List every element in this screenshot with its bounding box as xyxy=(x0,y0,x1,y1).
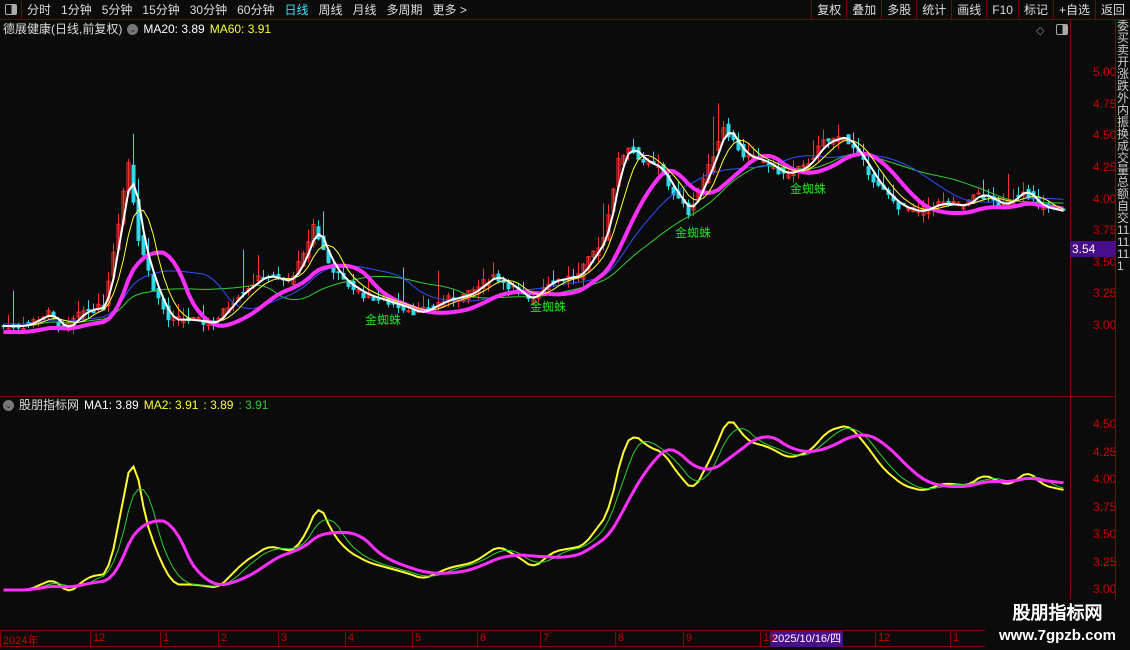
right-buttons: 复权 叠加 多股 统计 画线 F10 标记 +自选 返回 xyxy=(811,0,1130,20)
ma2-value: MA2: 3.91 xyxy=(143,398,199,412)
date-tick: 4 xyxy=(345,632,354,647)
sub-y-tick: 4.00 xyxy=(1093,472,1117,486)
watermark-url: www.7gpzb.com xyxy=(999,627,1116,644)
candle-body xyxy=(951,201,956,204)
toolbar-button-0[interactable]: 复权 xyxy=(811,0,846,20)
tab-period-8[interactable]: 月线 xyxy=(348,1,382,18)
tab-period-1[interactable]: 1分钟 xyxy=(56,1,97,18)
tab-period-4[interactable]: 30分钟 xyxy=(185,1,232,18)
main-y-tick: 4.75 xyxy=(1093,96,1117,111)
date-tick: 1 xyxy=(160,632,169,647)
tab-period-0[interactable]: 分时 xyxy=(22,1,56,18)
sub-y-tick: 4.50 xyxy=(1093,417,1117,431)
toolbar-button-7[interactable]: +自选 xyxy=(1052,0,1095,20)
panel-icon[interactable] xyxy=(1056,24,1068,35)
date-tick: 6 xyxy=(477,632,486,647)
tab-period-7[interactable]: 周线 xyxy=(313,1,347,18)
main-y-tick: 4.25 xyxy=(1093,159,1117,174)
date-tick: 2 xyxy=(218,632,227,647)
toolbar-button-2[interactable]: 多股 xyxy=(881,0,916,20)
date-tick: 7 xyxy=(540,632,549,647)
date-tick: 8 xyxy=(615,632,624,647)
sub-y-tick: 3.25 xyxy=(1093,554,1117,569)
period-tabs: 分时 1分钟 5分钟 15分钟 30分钟 60分钟 日线 周线 月线 多周期 更多 > xyxy=(22,1,472,18)
toolbar-button-5[interactable]: F10 xyxy=(986,0,1018,20)
candle-body xyxy=(506,282,511,290)
sub-magenta-line xyxy=(3,433,1064,592)
watermark-title: 股朋指标网 xyxy=(1012,603,1103,623)
date-tick: 2024年 xyxy=(0,632,38,647)
sub-y-tick: 4.25 xyxy=(1093,444,1117,459)
indicator-title: 股朋指标网 xyxy=(19,398,80,412)
date-tick: 12 xyxy=(875,632,890,647)
sub-y-tick: 3.75 xyxy=(1093,499,1117,514)
toolbar-button-1[interactable]: 叠加 xyxy=(846,0,881,20)
signal-label-jinzhizhu: 金蜘蛛 xyxy=(675,226,712,241)
chevron-down-icon[interactable]: ⌄ xyxy=(3,399,14,411)
main-y-tick: 3.75 xyxy=(1093,223,1117,238)
candle-body xyxy=(866,166,871,176)
tab-period-6[interactable]: 日线 xyxy=(279,1,313,18)
tab-period-9[interactable]: 多周期 xyxy=(382,1,428,18)
ma60-value: MA60: 3.91 xyxy=(209,22,272,36)
candle-body xyxy=(21,327,26,330)
signal-label-jinzhizhu: 金蜘蛛 xyxy=(530,300,567,315)
date-tick: 5 xyxy=(412,632,421,647)
candle-body xyxy=(826,138,831,142)
tab-period-10[interactable]: 更多 > xyxy=(428,1,472,18)
main-y-tick: 4.50 xyxy=(1093,128,1117,143)
sub-y-tick: 3.00 xyxy=(1093,582,1117,596)
date-tick: 10 xyxy=(760,632,775,647)
signal-label-jinzhizhu: 金蜘蛛 xyxy=(365,313,402,328)
signal-label-jinzhizhu: 金蜘蛛 xyxy=(790,181,827,196)
toolbar-button-6[interactable]: 标记 xyxy=(1017,0,1053,20)
main-chart-header: 德展健康(日线,前复权) ⌄ MA20: 3.89 MA60: 3.91 xyxy=(3,21,271,37)
ma1-line xyxy=(3,421,1064,592)
toolbar-button-4[interactable]: 画线 xyxy=(951,0,986,20)
price-badge: 3.54 xyxy=(1070,241,1115,257)
toolbar-button-3[interactable]: 统计 xyxy=(916,0,951,20)
sub-chart-header: ⌄ 股朋指标网 MA1: 3.89 MA2: 3.91 : 3.89 : 3.9… xyxy=(3,397,268,413)
layout-toggle-button[interactable] xyxy=(0,0,22,20)
candle-body xyxy=(86,308,91,312)
chevron-down-icon[interactable]: ⌄ xyxy=(127,23,139,35)
tab-period-2[interactable]: 5分钟 xyxy=(97,1,138,18)
candle-body xyxy=(406,310,411,313)
candle-body xyxy=(426,307,431,310)
v4-value: : 3.91 xyxy=(238,398,269,412)
toolbar: 分时 1分钟 5分钟 15分钟 30分钟 60分钟 日线 周线 月线 多周期 更多 > 复权 叠加 多股… xyxy=(0,0,1130,20)
date-axis: 2025/10/16/四 2024年 12 1 2 3 4 5 6 7 8 9 10 12 1 xyxy=(0,630,1070,647)
main-y-tick: 3.00 xyxy=(1093,318,1117,332)
date-tick: 3 xyxy=(278,632,287,647)
candle-body xyxy=(376,298,381,301)
main-y-tick: 4.00 xyxy=(1093,191,1117,206)
candle-body xyxy=(976,192,981,195)
v3-value: : 3.89 xyxy=(203,398,234,412)
date-tick: 9 xyxy=(683,632,692,647)
ma5-line xyxy=(3,132,1064,328)
date-tick: 12 xyxy=(90,632,105,647)
quote-panel-edge: 委买卖开涨跌外内振换成交量总额自交1111111 xyxy=(1115,20,1130,650)
ma20-value: MA20: 3.89 xyxy=(143,22,205,36)
diamond-icon[interactable]: ◇ xyxy=(1036,24,1044,37)
panel-icon xyxy=(4,4,17,15)
main-y-tick: 5.00 xyxy=(1093,65,1117,79)
watermark: 股朋指标网 www.7gpzb.com xyxy=(985,600,1130,650)
candle-body xyxy=(191,317,196,320)
ma1-value: MA1: 3.89 xyxy=(84,398,139,412)
candle-body xyxy=(371,296,376,301)
candle-body xyxy=(361,292,366,299)
stock-title: 德展健康(日线,前复权) xyxy=(3,22,123,36)
price-axis-line xyxy=(1070,20,1071,630)
candle-body xyxy=(761,160,766,163)
tab-period-3[interactable]: 15分钟 xyxy=(137,1,184,18)
toolbar-button-8[interactable]: 返回 xyxy=(1094,0,1130,20)
candle-body xyxy=(871,174,876,183)
main-y-tick: 3.25 xyxy=(1093,286,1117,301)
sub-y-tick: 3.50 xyxy=(1093,527,1117,541)
candle-body xyxy=(641,158,646,163)
selected-date: 2025/10/16/四 xyxy=(770,631,844,647)
date-tick: 1 xyxy=(950,632,959,647)
tab-period-5[interactable]: 60分钟 xyxy=(232,1,279,18)
